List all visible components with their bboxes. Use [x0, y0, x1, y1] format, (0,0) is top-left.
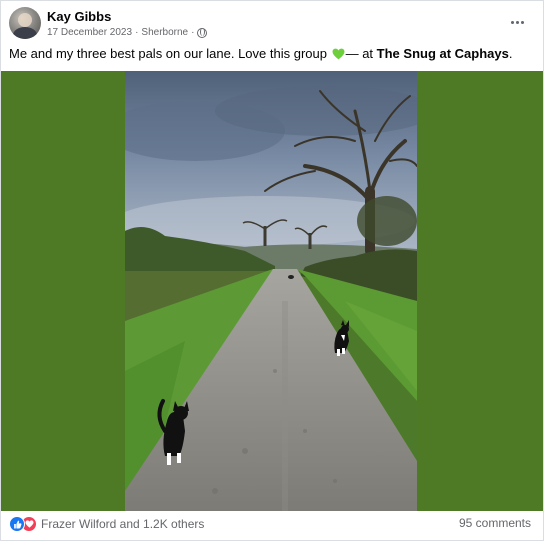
place-link[interactable]: The Snug at Caphays [377, 46, 509, 61]
reactions-text[interactable]: Frazer Wilford and 1.2K others [41, 517, 204, 531]
more-options-button[interactable] [505, 13, 529, 31]
meta-separator: · [135, 27, 139, 38]
meta-separator-2: · [191, 27, 195, 38]
post-location[interactable]: Sherborne [141, 27, 188, 38]
post-card: Kay Gibbs 17 December 2023 · Sherborne ·… [0, 0, 544, 541]
more-horizontal-icon [510, 20, 514, 24]
post-date[interactable]: 17 December 2023 [47, 27, 132, 38]
post-text-at: — at [345, 46, 377, 61]
author-name[interactable]: Kay Gibbs [47, 9, 111, 24]
post-text-end: . [508, 46, 513, 61]
post-photo[interactable] [125, 71, 417, 511]
post-media[interactable] [1, 71, 543, 511]
post-header: Kay Gibbs 17 December 2023 · Sherborne · [9, 7, 535, 43]
post-text-main: Me and my three best pals on our lane. L… [9, 46, 331, 61]
comments-count[interactable]: 95 comments [459, 516, 531, 530]
green-heart-icon [332, 48, 345, 60]
post-meta: 17 December 2023 · Sherborne · [47, 27, 208, 38]
post-text: Me and my three best pals on our lane. L… [9, 46, 535, 62]
globe-icon [197, 27, 208, 38]
reactions-summary[interactable]: Frazer Wilford and 1.2K others [9, 515, 204, 533]
like-icon [9, 516, 25, 532]
avatar[interactable] [9, 7, 41, 39]
